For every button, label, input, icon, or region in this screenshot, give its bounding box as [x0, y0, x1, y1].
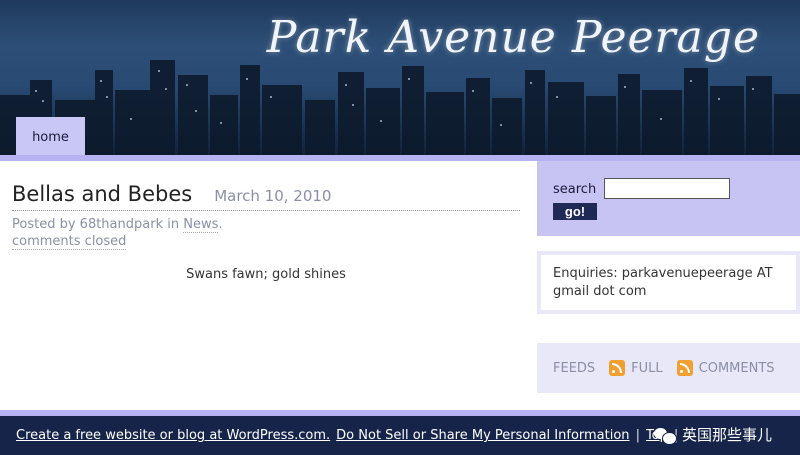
post-date: March 10, 2010	[214, 187, 332, 205]
enquiries-text: Enquiries: parkavenuepeerage AT gmail do…	[553, 266, 773, 299]
site-title[interactable]: Park Avenue Peerage	[267, 12, 760, 63]
post-title[interactable]: Bellas and Bebes	[12, 182, 192, 206]
category-link[interactable]: News	[183, 217, 219, 233]
enquiries-widget: Enquiries: parkavenuepeerage AT gmail do…	[537, 251, 800, 314]
posted-by-label: Posted by	[12, 217, 76, 232]
rss-icon[interactable]	[676, 360, 693, 376]
feeds-row: FEEDS FULL COMMENTS	[553, 360, 775, 376]
watermark-text: 英国那些事儿	[681, 426, 772, 444]
rss-icon[interactable]	[609, 360, 626, 376]
post-article: Bellas and Bebes March 10, 2010 Posted b…	[12, 182, 520, 282]
post-header: Bellas and Bebes March 10, 2010	[12, 182, 520, 211]
enquiries-box: Enquiries: parkavenuepeerage AT gmail do…	[541, 255, 796, 310]
comments-feed-link[interactable]: COMMENTS	[699, 361, 775, 376]
full-feed-link[interactable]: FULL	[631, 361, 662, 376]
site-header: Park Avenue Peerage home	[0, 0, 800, 157]
watermark: 英国那些事儿	[653, 424, 772, 445]
post-author: 68thandpark	[79, 217, 164, 232]
wordpress-link[interactable]: Create a free website or blog at WordPre…	[16, 428, 330, 443]
search-input[interactable]	[604, 178, 730, 199]
comments-closed-link[interactable]: comments closed	[12, 234, 127, 250]
footer: Create a free website or blog at WordPre…	[0, 416, 800, 455]
footer-separator: |	[635, 428, 640, 443]
feeds-widget: FEEDS FULL COMMENTS	[537, 343, 800, 393]
search-label: search	[553, 182, 597, 197]
post-body: Swans fawn; gold shines	[186, 267, 346, 282]
feeds-label: FEEDS	[553, 360, 596, 376]
nav-tab-home[interactable]: home	[16, 117, 85, 157]
search-widget: search go!	[537, 161, 800, 236]
post-meta: Posted by 68thandpark in News. comments …	[12, 217, 223, 250]
in-label: in	[167, 217, 180, 232]
wechat-icon	[653, 426, 677, 445]
privacy-link[interactable]: Do Not Sell or Share My Personal Informa…	[336, 428, 629, 443]
search-go-button[interactable]: go!	[553, 203, 597, 220]
